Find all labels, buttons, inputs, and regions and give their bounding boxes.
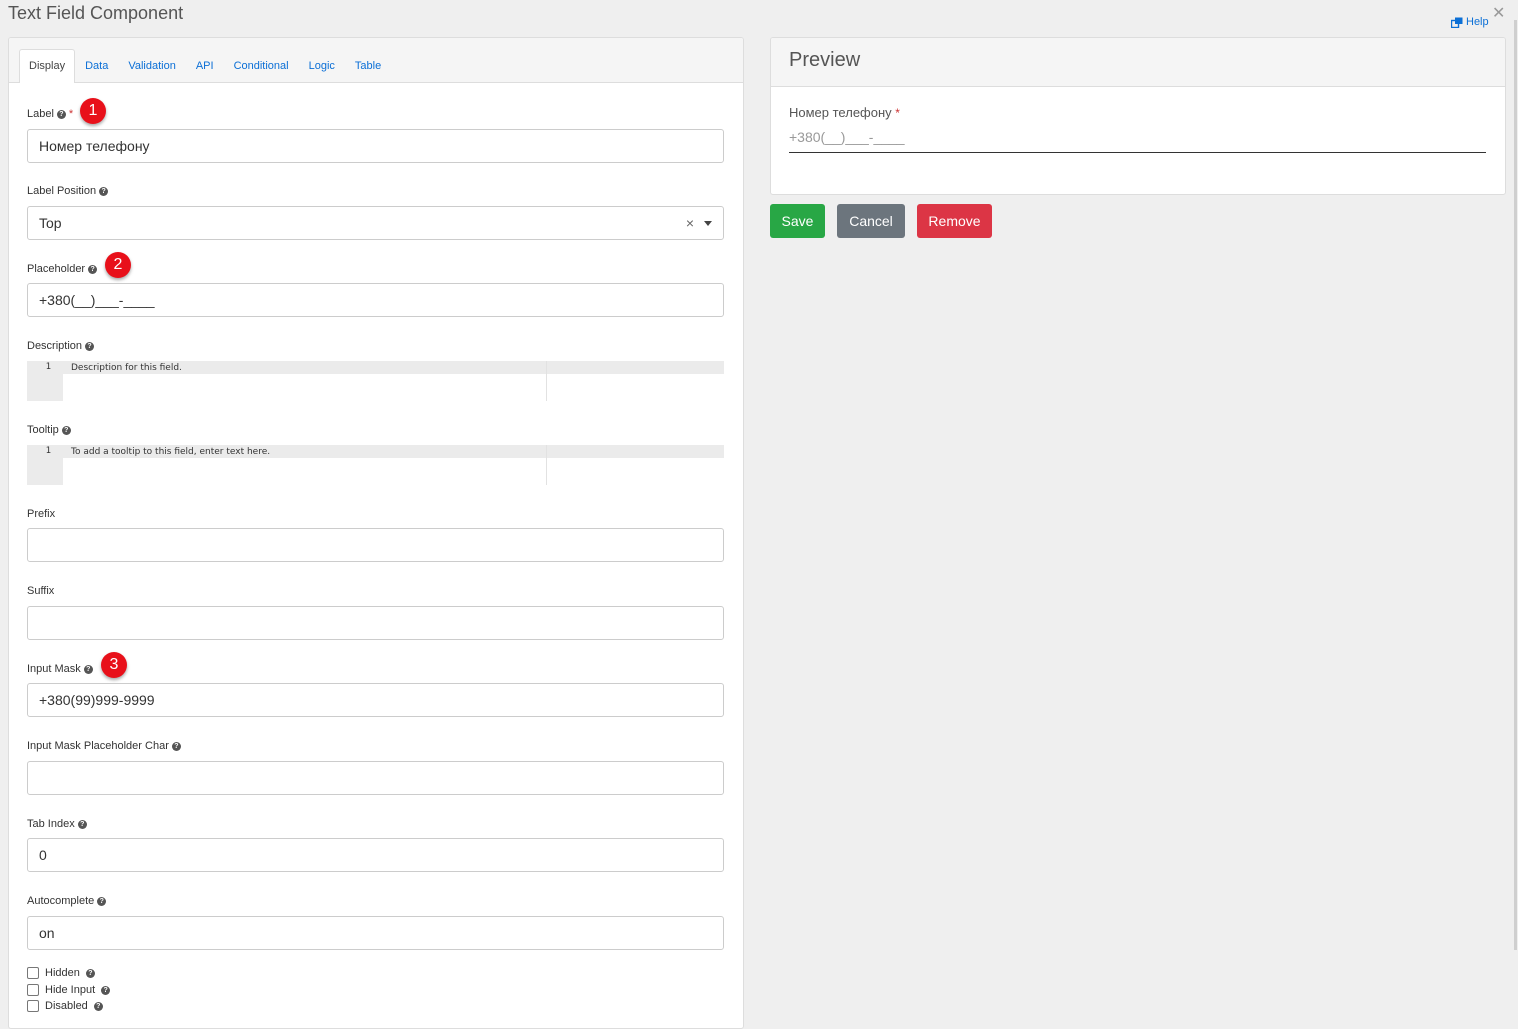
tab-list: Display Data Validation API Conditional … [19, 49, 391, 83]
help-question-icon[interactable]: ? [85, 341, 95, 351]
save-button[interactable]: Save [770, 204, 825, 238]
label-field-label: Label ? * [27, 108, 73, 120]
disabled-checkbox-label: Disabled [45, 1000, 88, 1012]
autocomplete-label: Autocomplete ? [27, 895, 107, 907]
description-label: Description ? [27, 340, 95, 352]
remove-button[interactable]: Remove [917, 204, 992, 238]
help-question-icon[interactable]: ? [77, 819, 87, 829]
help-question-icon[interactable]: ? [97, 896, 107, 906]
suffix-text: Suffix [27, 585, 55, 597]
tab-index-label: Tab Index ? [27, 818, 87, 830]
autocomplete-text: Autocomplete [27, 895, 95, 907]
placeholder-text: Placeholder [27, 263, 86, 275]
mask-placeholder-char-label: Input Mask Placeholder Char ? [27, 740, 181, 752]
input-mask-text: Input Mask [27, 663, 81, 675]
description-editor[interactable]: 1 Description for this field. [27, 361, 724, 401]
label-position-label: Label Position ? [27, 185, 109, 197]
tooltip-editor-text[interactable]: To add a tooltip to this field, enter te… [71, 447, 270, 457]
tab-display[interactable]: Display [19, 49, 76, 83]
mask-placeholder-char-text: Input Mask Placeholder Char [27, 740, 169, 752]
close-icon[interactable]: ✕ [1492, 3, 1505, 23]
tooltip-label: Tooltip ? [27, 424, 71, 436]
help-question-icon[interactable]: ? [99, 186, 109, 196]
prefix-text: Prefix [27, 508, 56, 520]
label-position-text: Label Position [27, 185, 97, 197]
required-marker: * [895, 106, 900, 120]
tab-validation[interactable]: Validation [118, 49, 186, 82]
disabled-checkbox[interactable] [27, 1000, 39, 1012]
placeholder-label: Placeholder ? [27, 263, 98, 275]
preview-title: Preview [789, 49, 861, 71]
hide-input-checkbox-row[interactable]: Hide Input ? [27, 984, 111, 996]
annotation-badge-3: 3 [101, 652, 127, 678]
hidden-checkbox-label: Hidden [45, 967, 80, 979]
help-label[interactable]: Help [1466, 16, 1489, 28]
window-scrollbar[interactable] [1514, 20, 1517, 950]
tab-conditional[interactable]: Conditional [224, 49, 299, 82]
suffix-label: Suffix [27, 585, 54, 597]
tab-index-text: Tab Index [27, 818, 75, 830]
tab-api[interactable]: API [186, 49, 224, 82]
help-question-icon[interactable]: ? [83, 664, 93, 674]
line-number: 1 [45, 362, 51, 372]
preview-field-label: Номер телефону * [789, 105, 900, 120]
hide-input-checkbox[interactable] [27, 984, 39, 996]
input-mask-label: Input Mask ? [27, 663, 93, 675]
placeholder-input[interactable] [27, 283, 724, 317]
dialog-title: Text Field Component [8, 3, 184, 23]
line-number: 1 [45, 446, 51, 456]
autocomplete-input[interactable] [27, 916, 724, 950]
hide-input-checkbox-label: Hide Input [45, 984, 96, 996]
label-position-select[interactable]: Top × [27, 206, 724, 240]
preview-field-label-text: Номер телефону [789, 105, 892, 120]
help-question-icon[interactable]: ? [93, 1001, 103, 1011]
prefix-label: Prefix [27, 508, 55, 520]
hidden-checkbox-row[interactable]: Hidden ? [27, 967, 95, 979]
prefix-input[interactable] [27, 528, 724, 562]
required-marker: * [68, 108, 74, 120]
input-mask-input[interactable] [27, 683, 724, 717]
help-question-icon[interactable]: ? [56, 109, 66, 119]
description-text: Description [27, 340, 83, 352]
description-editor-text[interactable]: Description for this field. [71, 363, 182, 373]
cancel-button[interactable]: Cancel [837, 204, 905, 238]
help-question-icon[interactable]: ? [171, 741, 181, 751]
label-position-value: Top [39, 215, 62, 231]
preview-phone-input[interactable]: +380(__)___-____ [789, 126, 1486, 153]
tabs-bar: Display Data Validation API Conditional … [9, 38, 743, 83]
preview-header: Preview [771, 38, 1505, 87]
tab-data[interactable]: Data [75, 49, 118, 82]
print-margin [546, 361, 547, 401]
tab-logic[interactable]: Logic [299, 49, 345, 82]
help-question-icon[interactable]: ? [61, 425, 71, 435]
help-link[interactable]: Help [1451, 16, 1489, 28]
label-field-text: Label [27, 108, 54, 120]
tooltip-text: Tooltip [27, 424, 59, 436]
annotation-badge-1: 1 [80, 98, 106, 124]
annotation-badge-2: 2 [105, 252, 131, 278]
help-question-icon[interactable]: ? [85, 968, 95, 978]
tab-index-input[interactable] [27, 838, 724, 872]
clear-icon[interactable]: × [686, 215, 694, 231]
hidden-checkbox[interactable] [27, 967, 39, 979]
mask-placeholder-char-input[interactable] [27, 761, 724, 795]
label-input[interactable] [27, 129, 724, 163]
external-link-icon [1451, 17, 1463, 28]
chevron-down-icon[interactable] [704, 220, 712, 226]
disabled-checkbox-row[interactable]: Disabled ? [27, 1000, 103, 1012]
tooltip-editor[interactable]: 1 To add a tooltip to this field, enter … [27, 445, 724, 485]
preview-panel: Preview Номер телефону * +380(__)___-___… [770, 37, 1506, 195]
print-margin [546, 445, 547, 485]
suffix-input[interactable] [27, 606, 724, 640]
settings-panel: Display Data Validation API Conditional … [8, 37, 744, 1029]
help-question-icon[interactable]: ? [101, 985, 111, 995]
help-question-icon[interactable]: ? [88, 264, 98, 274]
tab-table[interactable]: Table [345, 49, 391, 82]
